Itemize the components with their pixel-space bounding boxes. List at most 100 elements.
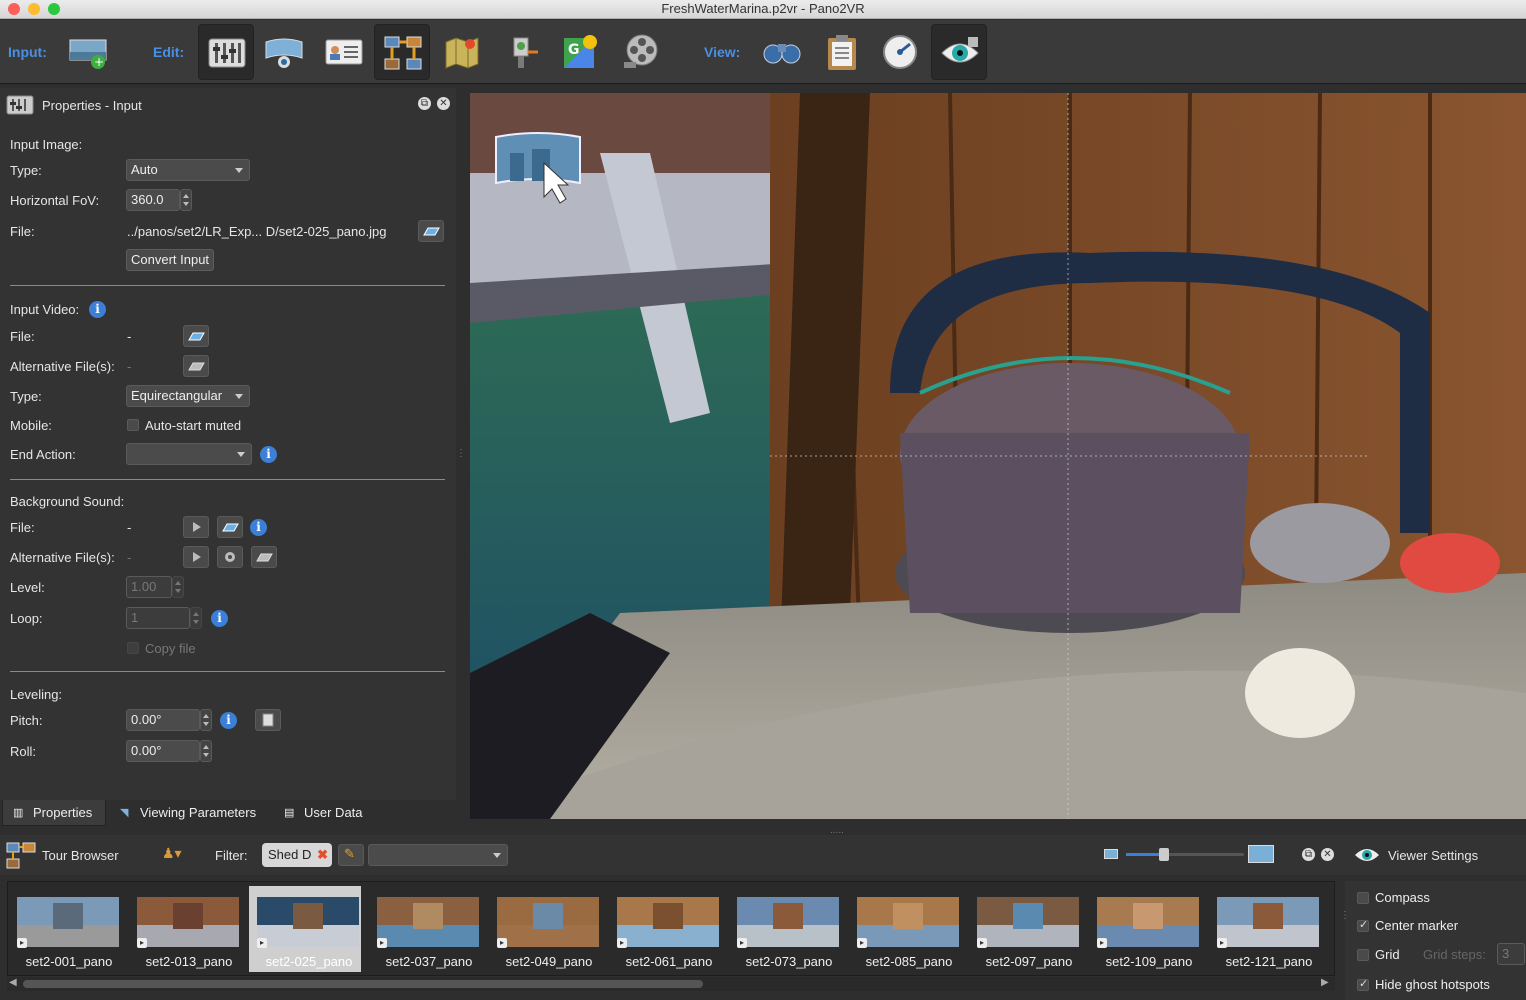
thumbnail-label: set2-001_pano: [25, 954, 113, 969]
grid-steps-input[interactable]: 3: [1497, 943, 1525, 965]
splitter-handle[interactable]: ⋮: [1340, 910, 1350, 921]
auto-start-muted-checkbox[interactable]: [127, 419, 139, 431]
zoom-window-button[interactable]: [48, 3, 60, 15]
info-icon[interactable]: i: [220, 712, 237, 729]
level-stepper[interactable]: [172, 576, 184, 598]
panorama-viewer[interactable]: [470, 93, 1526, 819]
tab-properties[interactable]: ▥ Properties: [2, 800, 106, 826]
thumbnail-item[interactable]: ▸ set2-085_pano: [849, 886, 961, 972]
thumbnail-scrollbar[interactable]: ◀ ▶: [7, 977, 1335, 991]
roll-stepper[interactable]: [200, 740, 212, 762]
loop-stepper[interactable]: [190, 607, 202, 629]
open-video-alt-button[interactable]: [183, 355, 209, 377]
thumbnail-item[interactable]: ▸ set2-073_pano: [729, 886, 841, 972]
pitch-stepper[interactable]: [200, 709, 212, 731]
thumbnail-item[interactable]: ▸ set2-109_pano: [1089, 886, 1201, 972]
play-alt-sound-button[interactable]: [183, 546, 209, 568]
float-panel-icon[interactable]: ⧉: [1302, 848, 1315, 861]
video-alt-value: -: [127, 359, 132, 374]
tour-browser-button[interactable]: [374, 24, 430, 80]
google-street-view-button[interactable]: G: [552, 24, 608, 80]
video-type-select[interactable]: Equirectangular: [126, 385, 250, 407]
remove-tag-icon[interactable]: ✖: [317, 843, 328, 867]
hide-ghost-hotspots-checkbox[interactable]: [1357, 977, 1369, 991]
tab-user-data[interactable]: ▤ User Data: [274, 800, 376, 826]
user-data-button[interactable]: [316, 24, 372, 80]
type-label: Type:: [10, 163, 42, 178]
thumbnail-item[interactable]: ▸ set2-037_pano: [369, 886, 481, 972]
level-input[interactable]: 1.00: [126, 576, 172, 598]
thumbnail-item[interactable]: ▸ set2-121_pano: [1209, 886, 1321, 972]
small-thumbnail-icon: [1104, 849, 1118, 859]
scroll-right-icon[interactable]: ▶: [1321, 977, 1329, 988]
leveling-tool-button[interactable]: [255, 709, 281, 731]
viewer-preview-button[interactable]: [931, 24, 987, 80]
floor-plan-button[interactable]: [434, 24, 490, 80]
thumbnail-item[interactable]: ▸ set2-061_pano: [609, 886, 721, 972]
end-action-select[interactable]: [126, 443, 252, 465]
copy-file-checkbox[interactable]: [127, 642, 139, 654]
minimize-window-button[interactable]: [28, 3, 40, 15]
edit-filter-button[interactable]: ✎: [338, 844, 364, 866]
close-panel-icon[interactable]: ✕: [1321, 848, 1334, 861]
panorama-image[interactable]: [470, 93, 1526, 819]
thumbnail-size-slider[interactable]: [1126, 848, 1244, 861]
video-output-button[interactable]: [612, 24, 668, 80]
roll-input[interactable]: 0.00°: [126, 740, 200, 762]
thumbnail-item[interactable]: ▸ set2-013_pano: [129, 886, 241, 972]
tour-map-view-button[interactable]: [872, 24, 928, 80]
tag-user-icon[interactable]: ♟▾: [162, 845, 182, 862]
output-clipboard-button[interactable]: [814, 24, 870, 80]
center-marker-checkbox[interactable]: [1357, 918, 1369, 932]
info-icon[interactable]: i: [89, 301, 106, 318]
add-input-button[interactable]: +: [60, 24, 116, 80]
filter-label: Filter:: [215, 848, 248, 863]
input-type-select[interactable]: Auto: [126, 159, 250, 181]
binoculars-view-button[interactable]: [754, 24, 810, 80]
hfov-stepper[interactable]: [180, 189, 192, 211]
info-icon[interactable]: i: [211, 610, 228, 627]
animation-button[interactable]: [494, 24, 550, 80]
thumbnail-item[interactable]: ▸ set2-097_pano: [969, 886, 1081, 972]
thumbnail-image: [617, 897, 719, 947]
mobile-label: Mobile:: [10, 418, 52, 433]
open-video-file-button[interactable]: [183, 325, 209, 347]
close-panel-icon[interactable]: ✕: [437, 97, 450, 110]
pitch-input[interactable]: 0.00°: [126, 709, 200, 731]
scroll-left-icon[interactable]: ◀: [9, 977, 17, 988]
tab-viewing-parameters[interactable]: ◥ Viewing Parameters: [110, 800, 272, 826]
slider-handle[interactable]: [1159, 848, 1169, 861]
thumbnail-label: set2-025_pano: [265, 954, 353, 969]
properties-edit-button[interactable]: [198, 24, 254, 80]
sound-alt-value: -: [127, 550, 132, 565]
input-label: Input:: [8, 44, 47, 60]
play-sound-button[interactable]: [183, 516, 209, 538]
tab-label: Viewing Parameters: [140, 805, 257, 820]
viewing-parameters-button[interactable]: [256, 24, 312, 80]
compass-checkbox[interactable]: [1357, 892, 1369, 904]
thumbnail-item[interactable]: ▸ set2-049_pano: [489, 886, 601, 972]
filter-tag[interactable]: Shed D ✖: [262, 843, 332, 867]
panel-tabs: ▥ Properties ◥ Viewing Parameters ▤ User…: [0, 800, 456, 826]
filter-select[interactable]: [368, 844, 508, 866]
open-sound-file-button[interactable]: [217, 516, 243, 538]
convert-input-button[interactable]: Convert Input: [126, 249, 215, 271]
open-file-button[interactable]: [418, 220, 444, 242]
thumbnail-item[interactable]: ▸ set2-025_pano: [249, 886, 361, 972]
thumbnail-image: [977, 897, 1079, 947]
thumbnail-item[interactable]: ▸ set2-001_pano: [9, 886, 121, 972]
grid-checkbox[interactable]: [1357, 949, 1369, 961]
thumbnail-strip: ▸ set2-001_pano ▸ set2-013_pano ▸ set2-025_pa…: [7, 881, 1335, 976]
float-panel-icon[interactable]: ⧉: [418, 97, 431, 110]
gear-icon[interactable]: [217, 546, 243, 568]
close-window-button[interactable]: [8, 3, 20, 15]
splitter-handle[interactable]: ⋮: [456, 448, 466, 459]
scrollbar-thumb[interactable]: [23, 980, 703, 988]
hfov-input[interactable]: 360.0: [126, 189, 180, 211]
info-icon[interactable]: i: [260, 446, 277, 463]
loop-input[interactable]: 1: [126, 607, 190, 629]
center-marker-label: Center marker: [1375, 918, 1459, 933]
info-icon[interactable]: i: [250, 519, 267, 536]
open-alt-sound-button[interactable]: [251, 546, 277, 568]
sound-file-value: -: [127, 520, 132, 535]
